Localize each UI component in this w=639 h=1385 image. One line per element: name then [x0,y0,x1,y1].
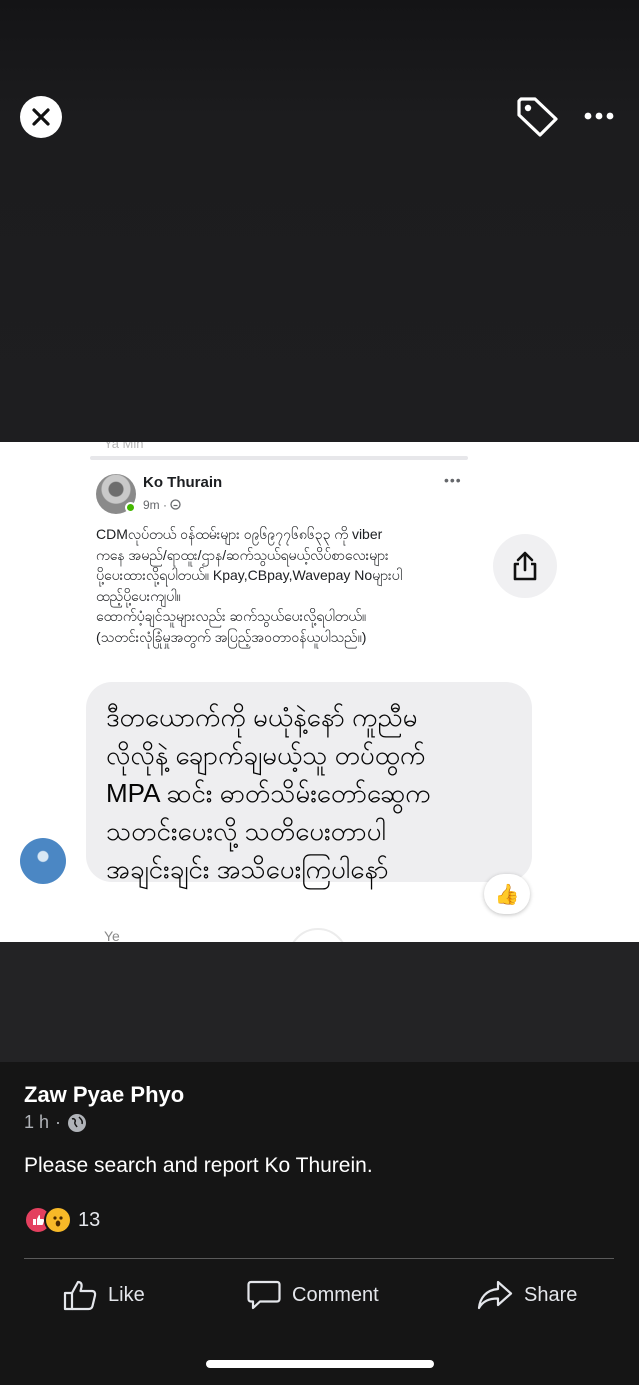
tag-icon [517,97,558,137]
embedded-post-more: ••• [444,472,462,488]
post-caption: Please search and report Ko Thurein. [24,1154,373,1177]
friends-icon [170,499,182,510]
tag-button[interactable] [514,95,560,139]
share-arrow-icon [477,1280,513,1310]
share-button-in-image [493,534,557,598]
message-text: ဒီတယောက်ကို မယုံနဲ့နော် ကူညီမ လိုလိုနဲ့ … [106,702,431,884]
faded-next-message: Ye [104,928,120,942]
message-bubble: ဒီတယောက်ကို မယုံနဲ့နော် ကူညီမ လိုလိုနဲ့ … [86,682,532,884]
like-label: Like [108,1283,145,1306]
embedded-post-author: Ko Thurain [143,474,223,491]
card-divider [90,456,468,460]
post-time[interactable]: 1 h [24,1112,49,1133]
faded-username: Ya Min [104,442,144,451]
shared-screenshot-image[interactable]: Ya Min Ko Thurain 9m · ••• CDMလုပ်တယ် ဝန… [0,442,639,942]
thumbs-up-icon [63,1280,97,1311]
viewer-top-bar [0,0,639,442]
comment-label: Comment [292,1283,379,1306]
like-button[interactable]: Like [62,1274,145,1316]
meta-separator: · [55,1112,62,1132]
reaction-count: 13 [78,1208,101,1231]
embedded-post-time: 9m [143,498,160,512]
separator: · [163,498,171,512]
message-reaction: 👍 [484,874,530,914]
wow-icon [44,1206,72,1234]
close-button[interactable] [20,96,62,138]
faded-circle [288,928,348,942]
comment-icon [247,1280,281,1310]
sender-avatar [20,838,66,884]
embedded-post-meta: 9m · [143,498,182,512]
actions-divider [24,1258,614,1259]
reactions-summary[interactable]: 13 [24,1206,100,1234]
close-icon [32,108,50,126]
share-label: Share [524,1283,578,1306]
more-dots-icon [584,112,614,120]
share-button[interactable]: Share [476,1274,577,1316]
home-indicator[interactable] [206,1360,434,1368]
embedded-post-body: CDMလုပ်တယ် ဝန်ထမ်းများ ၀၉၆၉၇၇၆၈၆၃၃ ကို v… [96,526,403,645]
online-status-dot [125,502,136,513]
post-author[interactable]: Zaw Pyae Phyo [24,1082,184,1108]
post-meta: 1 h · [24,1112,87,1133]
share-upload-icon [513,551,537,581]
globe-icon [68,1113,87,1132]
more-options-button[interactable] [580,104,618,128]
image-bottom-spacer [0,942,639,1062]
comment-button[interactable]: Comment [246,1274,379,1316]
